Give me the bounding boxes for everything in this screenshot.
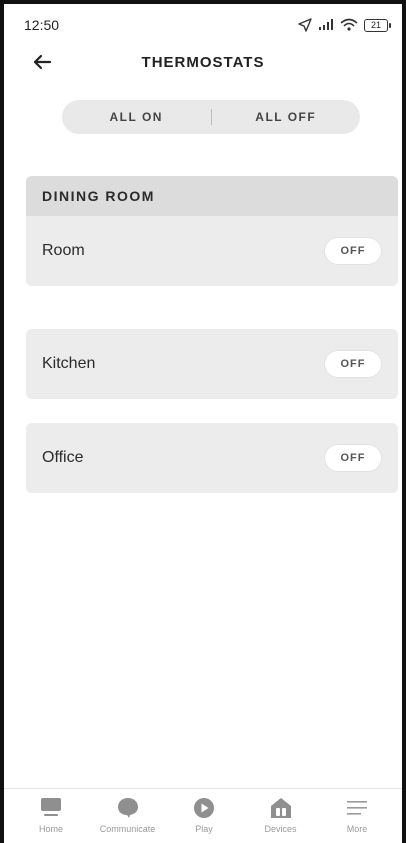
thermostat-name: Office	[42, 449, 84, 466]
nav-label: More	[346, 824, 368, 834]
group-header: DINING ROOM	[26, 176, 398, 216]
bottom-nav-divider	[4, 788, 402, 789]
thermostat-name: Room	[42, 242, 85, 259]
nav-home[interactable]: Home	[18, 796, 84, 843]
menu-icon	[347, 801, 367, 815]
power-toggle-button[interactable]: OFF	[324, 237, 382, 265]
signal-icon	[319, 19, 333, 30]
chat-bubble-icon	[117, 798, 138, 818]
group-kitchen: Kitchen OFF	[26, 329, 398, 399]
status-icons: 21	[298, 18, 391, 32]
status-bar: 12:50 21	[24, 14, 391, 36]
nav-devices[interactable]: Devices	[248, 796, 314, 843]
nav-label: Home	[38, 824, 63, 834]
group-office: Office OFF	[26, 423, 398, 493]
nav-label: Devices	[264, 824, 297, 834]
thermostat-row[interactable]: Office OFF	[26, 423, 398, 493]
top-header: THERMOSTATS	[0, 44, 406, 80]
bottom-nav: Home Communicate Play Devices More	[0, 796, 406, 843]
thermostat-row[interactable]: Room OFF	[26, 216, 398, 286]
wifi-icon	[340, 18, 358, 31]
status-time: 12:50	[24, 17, 60, 33]
all-on-button[interactable]: ALL ON	[62, 110, 211, 124]
back-arrow-icon[interactable]	[30, 50, 54, 74]
all-off-button[interactable]: ALL OFF	[212, 110, 361, 124]
battery-icon: 21	[364, 18, 391, 32]
page-title: THERMOSTATS	[141, 53, 265, 71]
all-toggle-bar: ALL ON ALL OFF	[62, 100, 360, 134]
power-toggle-button[interactable]: OFF	[324, 444, 382, 472]
nav-communicate[interactable]: Communicate	[95, 796, 161, 843]
nav-more[interactable]: More	[324, 796, 390, 843]
power-toggle-button[interactable]: OFF	[324, 350, 382, 378]
devices-house-icon	[270, 798, 291, 818]
thermostat-row[interactable]: Kitchen OFF	[26, 329, 398, 399]
group-dining-room: DINING ROOM Room OFF	[26, 176, 398, 286]
play-icon	[194, 798, 214, 818]
thermostat-name: Kitchen	[42, 355, 96, 372]
location-arrow-icon	[298, 18, 312, 32]
nav-label: Play	[195, 824, 213, 834]
nav-play[interactable]: Play	[171, 796, 237, 843]
home-icon	[41, 798, 61, 816]
nav-label: Communicate	[99, 824, 156, 834]
